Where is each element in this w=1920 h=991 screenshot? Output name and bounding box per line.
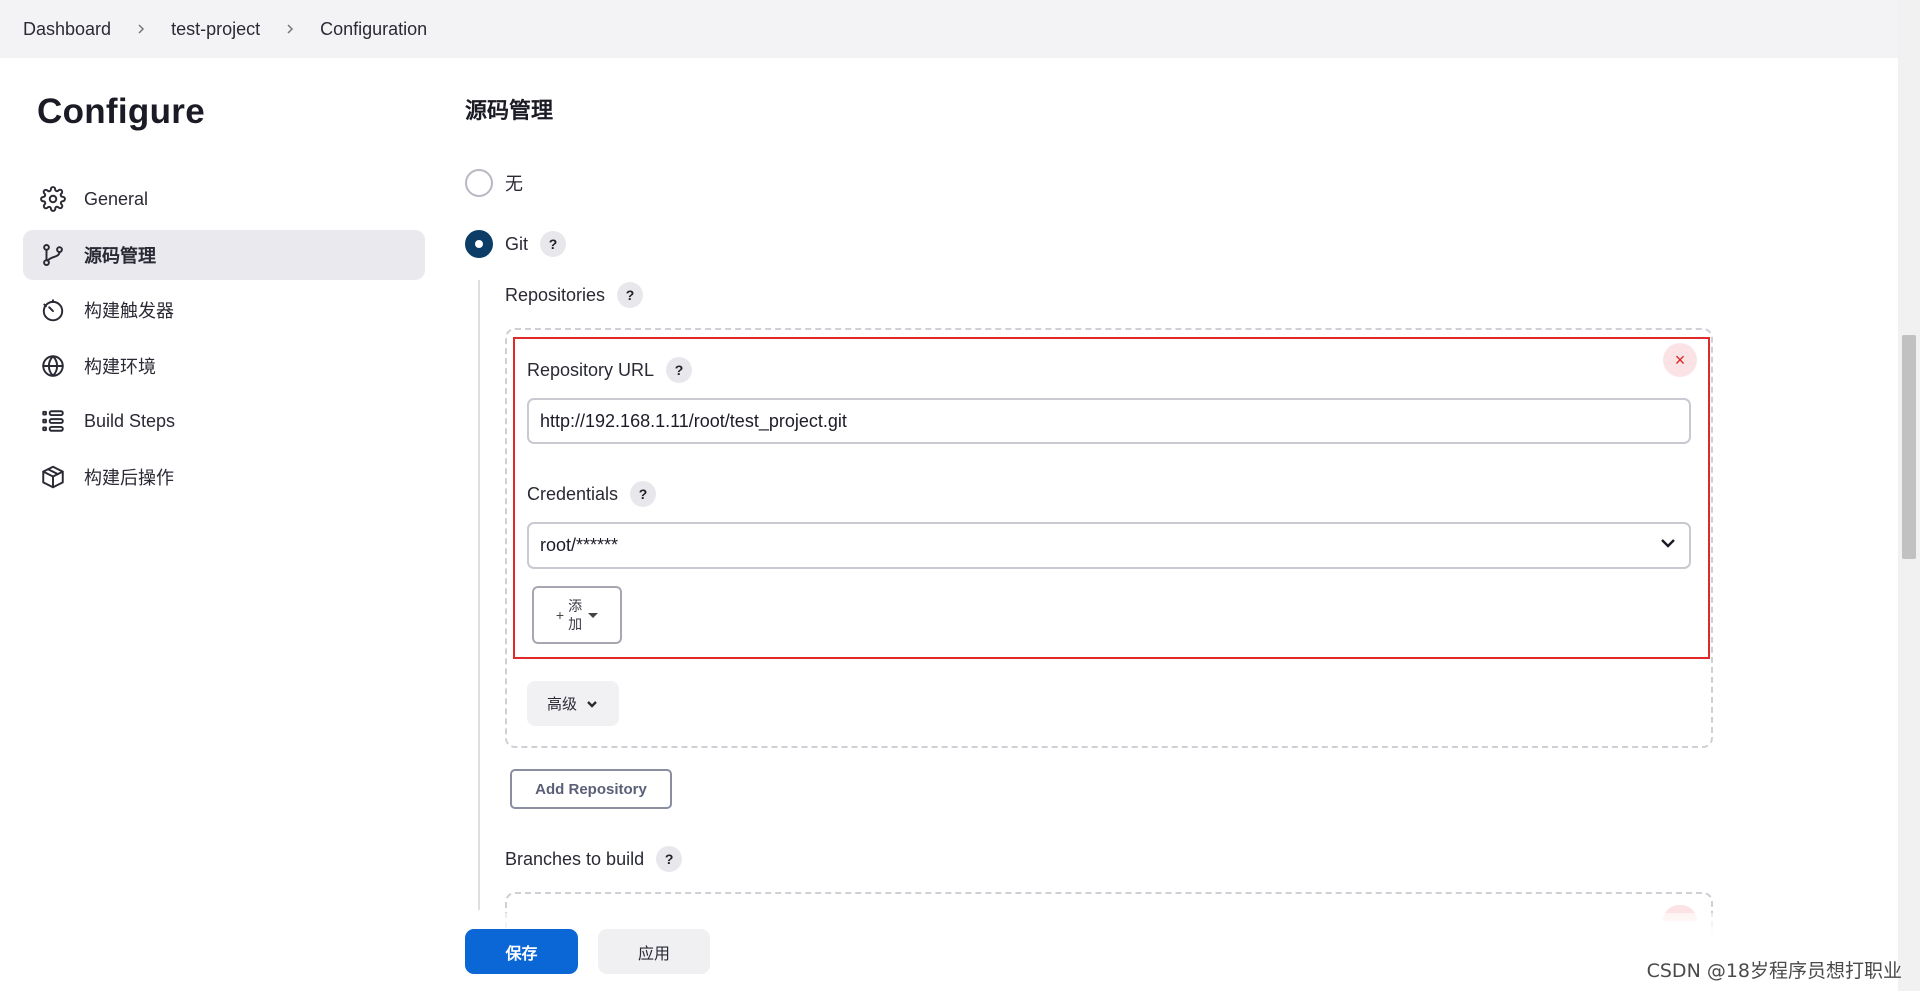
chevron-down-icon [587, 700, 597, 708]
page-title: Configure [37, 92, 205, 131]
gear-icon [39, 185, 67, 213]
close-icon[interactable]: × [1663, 343, 1697, 377]
breadcrumb-dashboard[interactable]: Dashboard [23, 19, 111, 40]
sidebar-item-build-environment[interactable]: 构建环境 [23, 341, 425, 391]
breadcrumb: Dashboard test-project Configuration [0, 0, 1898, 58]
sidebar-item-label: Build Steps [84, 410, 176, 431]
sidebar-item-label: General [84, 188, 149, 209]
advanced-label: 高级 [546, 696, 577, 713]
sidebar-item-label: 构建后操作 [84, 467, 174, 488]
help-icon[interactable]: ? [656, 846, 683, 872]
repositories-label: Repositories [505, 284, 606, 305]
branches-label-row: Branches to build ? [505, 846, 683, 872]
scm-option-none[interactable]: 无 [465, 169, 523, 197]
repository-url-label-row: Repository URL ? [527, 357, 693, 383]
list-icon [39, 407, 67, 435]
repository-highlight-box [513, 337, 1710, 659]
help-icon[interactable]: ? [617, 282, 644, 308]
plus-icon: + [555, 607, 565, 623]
repository-url-input[interactable] [527, 398, 1691, 444]
scrollbar-thumb[interactable] [1902, 335, 1916, 559]
credentials-label: Credentials [527, 483, 619, 504]
breadcrumb-test-project[interactable]: test-project [171, 19, 260, 40]
sidebar-item-post-build[interactable]: 构建后操作 [23, 452, 425, 502]
repositories-label-row: Repositories ? [505, 282, 644, 308]
sidebar-item-scm[interactable]: 源码管理 [23, 229, 425, 280]
add-button-label-line2: 加 [568, 616, 583, 632]
sidebar-item-general[interactable]: General [23, 174, 425, 224]
radio-none-label: 无 [505, 174, 523, 194]
section-title: 源码管理 [465, 98, 554, 123]
chevron-down-icon [1658, 533, 1678, 558]
git-options-rail [478, 280, 480, 910]
branches-label: Branches to build [505, 848, 645, 869]
add-button-label: 添 加 [567, 597, 583, 633]
sidebar-item-label: 构建环境 [84, 356, 156, 377]
package-icon [39, 463, 67, 491]
sidebar-item-label: 源码管理 [84, 245, 156, 266]
credentials-value: root/****** [540, 535, 619, 555]
radio-none[interactable] [465, 169, 493, 197]
watermark: CSDN @18岁程序员想打职业 [1646, 960, 1902, 982]
sidebar-nav: General 源码管理 构建触发器 构建环境 Build Steps 构建后操… [23, 174, 425, 507]
breadcrumb-configuration[interactable]: Configuration [320, 19, 427, 40]
help-icon[interactable]: ? [630, 481, 657, 507]
branch-icon [39, 241, 67, 269]
radio-git[interactable] [465, 230, 493, 258]
timer-icon [39, 296, 67, 324]
sidebar-item-label: 构建触发器 [84, 301, 174, 321]
sidebar-item-build-triggers[interactable]: 构建触发器 [23, 285, 425, 335]
chevron-right-icon [284, 23, 296, 35]
sidebar-item-build-steps[interactable]: Build Steps [23, 396, 425, 446]
caret-down-icon [588, 612, 599, 618]
scm-option-git[interactable]: Git ? [465, 230, 567, 258]
apply-button[interactable]: 应用 [598, 929, 710, 974]
credentials-select[interactable]: root/****** [527, 522, 1691, 569]
globe-icon [39, 352, 67, 380]
radio-git-label: Git [505, 233, 529, 254]
help-icon[interactable]: ? [540, 231, 567, 257]
chevron-right-icon [135, 23, 147, 35]
credentials-label-row: Credentials ? [527, 481, 657, 507]
add-repository-button[interactable]: Add Repository [510, 769, 672, 809]
help-icon[interactable]: ? [666, 357, 693, 383]
save-button[interactable]: 保存 [465, 929, 578, 974]
add-credentials-button[interactable]: + 添 加 [532, 586, 622, 644]
repository-url-label: Repository URL [527, 359, 655, 380]
add-button-label-line1: 添 [568, 598, 583, 614]
advanced-button[interactable]: 高级 [527, 681, 619, 726]
